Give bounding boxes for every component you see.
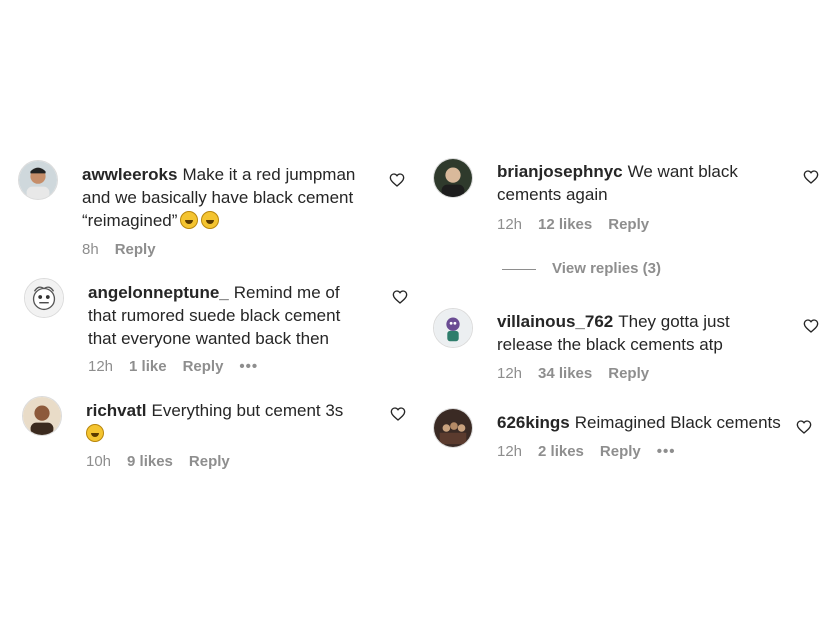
avatar[interactable]	[22, 396, 62, 436]
comment-timestamp[interactable]: 12h	[497, 443, 522, 460]
comment-text: Reimagined Black cements	[574, 413, 781, 432]
grinning-sweat-emoji-icon	[86, 424, 104, 442]
like-count[interactable]: 1 like	[129, 358, 167, 375]
heart-outline-icon[interactable]	[392, 289, 408, 305]
avatar[interactable]	[433, 408, 473, 448]
comment-username[interactable]: villainous_762	[497, 312, 613, 331]
reply-button[interactable]: Reply	[600, 443, 641, 460]
avatar[interactable]	[24, 278, 64, 318]
avatar[interactable]	[433, 308, 473, 348]
comment-username[interactable]: angelonneptune_	[88, 283, 229, 302]
view-replies-button[interactable]: View replies (3)	[502, 260, 661, 277]
comment-timestamp[interactable]: 8h	[82, 241, 99, 258]
comment-username[interactable]: brianjosephnyc	[497, 162, 623, 181]
comment-username[interactable]: awwleeroks	[82, 165, 177, 184]
heart-outline-icon[interactable]	[389, 172, 405, 188]
heart-outline-icon[interactable]	[390, 406, 406, 422]
view-replies-label: View replies (3)	[552, 260, 661, 277]
heart-outline-icon[interactable]	[803, 318, 819, 334]
grinning-sweat-emoji-icon	[180, 211, 199, 229]
reply-button[interactable]: Reply	[608, 365, 649, 382]
like-count[interactable]: 9 likes	[127, 453, 173, 470]
comment-timestamp[interactable]: 10h	[86, 453, 111, 470]
divider	[502, 268, 536, 270]
heart-outline-icon[interactable]	[796, 419, 812, 435]
comment-timestamp[interactable]: 12h	[497, 365, 522, 382]
reply-button[interactable]: Reply	[183, 358, 224, 375]
comment-username[interactable]: 626kings	[497, 413, 570, 432]
more-options-icon[interactable]: •••	[657, 443, 676, 460]
avatar[interactable]	[18, 160, 58, 200]
like-count[interactable]: 2 likes	[538, 443, 584, 460]
like-count[interactable]: 34 likes	[538, 365, 592, 382]
reply-button[interactable]: Reply	[608, 216, 649, 233]
comment-text: Everything but cement 3s	[151, 401, 344, 420]
grinning-sweat-emoji-icon	[201, 211, 220, 229]
avatar[interactable]	[433, 158, 473, 198]
comment-username[interactable]: richvatl	[86, 401, 146, 420]
heart-outline-icon[interactable]	[803, 169, 819, 185]
more-options-icon[interactable]: •••	[239, 358, 258, 375]
comment-timestamp[interactable]: 12h	[88, 358, 113, 375]
reply-button[interactable]: Reply	[115, 241, 156, 258]
reply-button[interactable]: Reply	[189, 453, 230, 470]
like-count[interactable]: 12 likes	[538, 216, 592, 233]
comment-timestamp[interactable]: 12h	[497, 216, 522, 233]
